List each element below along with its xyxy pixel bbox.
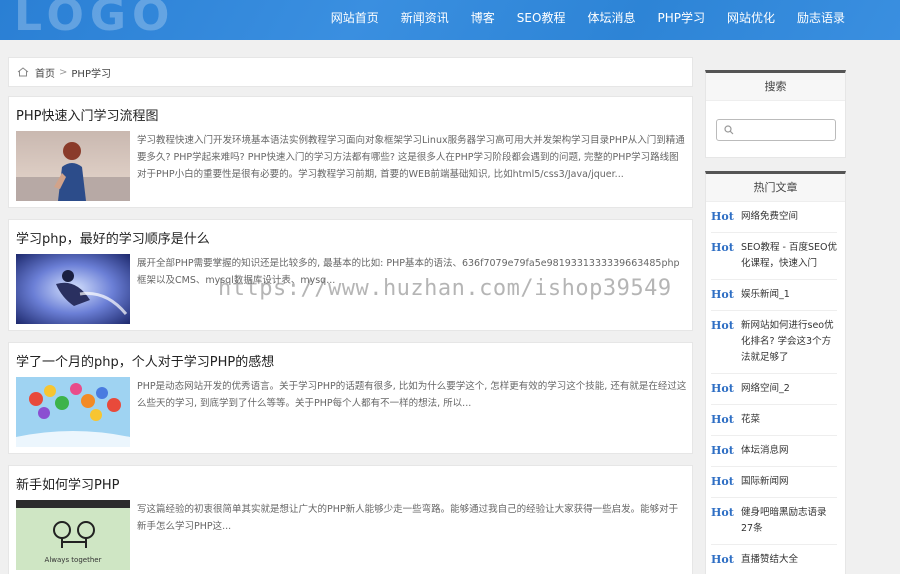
- article-title[interactable]: 新手如何学习PHP: [16, 474, 119, 493]
- hot-article-link[interactable]: 网络空间_2: [741, 381, 790, 397]
- article-title[interactable]: 学了一个月的php，个人对于学习PHP的感想: [16, 351, 274, 370]
- hot-article-item[interactable]: Hot 直播赞结大全: [711, 545, 837, 574]
- breadcrumb: 首页 > PHP学习: [8, 57, 693, 87]
- sidebar-search-title: 搜索: [706, 73, 845, 101]
- hot-article-item[interactable]: Hot 新网站如何进行seo优化排名? 学会这3个方法就足够了: [711, 311, 837, 374]
- hot-article-link[interactable]: 新网站如何进行seo优化排名? 学会这3个方法就足够了: [741, 318, 837, 366]
- hot-article-item[interactable]: Hot 花菜: [711, 405, 837, 436]
- article-card: 学习php，最好的学习顺序是什么 展开全部PHP需要掌握的知识还是比较多的, 最…: [8, 219, 693, 331]
- hot-article-link[interactable]: 体坛消息网: [741, 443, 789, 459]
- nav-optimize[interactable]: 网站优化: [716, 0, 786, 40]
- hot-tag: Hot: [711, 553, 734, 566]
- hot-article-item[interactable]: Hot 国际新闻网: [711, 467, 837, 498]
- search-field[interactable]: [716, 119, 836, 141]
- article-thumbnail[interactable]: [16, 377, 130, 447]
- hot-article-link[interactable]: 国际新闻网: [741, 474, 789, 490]
- hot-article-item[interactable]: Hot 娱乐新闻_1: [711, 280, 837, 311]
- article-summary: 学习教程快速入门开发环境基本语法实例教程学习面向对象框架学习Linux服务器学习…: [137, 135, 685, 180]
- article-title[interactable]: 学习php，最好的学习顺序是什么: [16, 228, 210, 247]
- nav-home[interactable]: 网站首页: [320, 0, 390, 40]
- home-icon: [17, 67, 29, 77]
- sidebar-search-box: 搜索: [705, 70, 846, 158]
- article-card: 新手如何学习PHP Always together 写这篇经验的初衷很简单其实就…: [8, 465, 693, 574]
- sidebar-hot-title: 热门文章: [706, 174, 845, 202]
- thumbnail-caption: Always together: [45, 556, 102, 564]
- article-card: 学了一个月的php，个人对于学习PHP的感想 PHP是动态网站开发的优秀语言。关…: [8, 342, 693, 454]
- search-input[interactable]: [737, 122, 832, 138]
- breadcrumb-home[interactable]: 首页: [35, 65, 55, 80]
- hot-tag: Hot: [711, 241, 734, 254]
- site-header: LOGO 网站首页 新闻资讯 博客 SEO教程 体坛消息 PHP学习 网站优化 …: [0, 0, 900, 40]
- hot-tag: Hot: [711, 475, 734, 488]
- hot-article-item[interactable]: Hot 健身吧暗黑励志语录27条: [711, 498, 837, 545]
- hot-article-item[interactable]: Hot 体坛消息网: [711, 436, 837, 467]
- search-icon: [724, 125, 734, 135]
- blue-figure-image: [16, 254, 130, 324]
- hot-article-link[interactable]: 健身吧暗黑励志语录27条: [741, 505, 837, 537]
- article-title[interactable]: PHP快速入门学习流程图: [16, 105, 158, 124]
- nav-news[interactable]: 新闻资讯: [390, 0, 460, 40]
- article-thumbnail[interactable]: [16, 131, 130, 201]
- hot-tag: Hot: [711, 319, 734, 332]
- hot-tag: Hot: [711, 288, 734, 301]
- balloons-image: [16, 377, 130, 447]
- nav-blog[interactable]: 博客: [460, 0, 506, 40]
- article-thumbnail[interactable]: Always together: [16, 500, 130, 570]
- hot-article-item[interactable]: Hot 网络免费空间: [711, 202, 837, 233]
- article-summary: 展开全部PHP需要掌握的知识还是比较多的, 最基本的比如: PHP基本的语法、6…: [137, 258, 680, 286]
- hot-tag: Hot: [711, 444, 734, 457]
- site-logo[interactable]: LOGO: [14, 0, 175, 40]
- hot-tag: Hot: [711, 413, 734, 426]
- breadcrumb-separator: >: [59, 66, 68, 78]
- hot-article-link[interactable]: 直播赞结大全: [741, 552, 798, 568]
- hot-article-item[interactable]: Hot SEO教程 - 百度SEO优化课程，快速入门: [711, 233, 837, 280]
- breadcrumb-current[interactable]: PHP学习: [71, 65, 111, 80]
- together-illustration-image: Always together: [16, 500, 130, 570]
- article-summary: 写这篇经验的初衷很简单其实就是想让广大的PHP新人能够少走一些弯路。能够通过我自…: [137, 504, 679, 532]
- article-summary: PHP是动态网站开发的优秀语言。关于学习PHP的话题有很多, 比如为什么要学这个…: [137, 381, 687, 409]
- hot-article-link[interactable]: 网络免费空间: [741, 209, 798, 225]
- nav-php[interactable]: PHP学习: [646, 0, 716, 40]
- hot-article-link[interactable]: 娱乐新闻_1: [741, 287, 790, 303]
- hot-article-item[interactable]: Hot 网络空间_2: [711, 374, 837, 405]
- nav-quotes[interactable]: 励志语录: [786, 0, 856, 40]
- hot-tag: Hot: [711, 506, 734, 519]
- sidebar-hot-box: 热门文章 Hot 网络免费空间 Hot SEO教程 - 百度SEO优化课程，快速入门…: [705, 171, 846, 574]
- main-nav: 网站首页 新闻资讯 博客 SEO教程 体坛消息 PHP学习 网站优化 励志语录: [320, 0, 856, 40]
- nav-seo[interactable]: SEO教程: [506, 0, 577, 40]
- article-thumbnail[interactable]: [16, 254, 130, 324]
- article-card: PHP快速入门学习流程图 学习教程快速入门开发环境基本语法实例教程学习面向对象框…: [8, 96, 693, 208]
- hot-tag: Hot: [711, 382, 734, 395]
- girl-photo-image: [16, 131, 130, 201]
- hot-article-link[interactable]: 花菜: [741, 412, 760, 428]
- hot-tag: Hot: [711, 210, 734, 223]
- hot-article-link[interactable]: SEO教程 - 百度SEO优化课程，快速入门: [741, 240, 837, 272]
- nav-sports[interactable]: 体坛消息: [576, 0, 646, 40]
- nav-divider: [420, 12, 421, 26]
- hot-article-list: Hot 网络免费空间 Hot SEO教程 - 百度SEO优化课程，快速入门 Hot 娱…: [706, 202, 845, 574]
